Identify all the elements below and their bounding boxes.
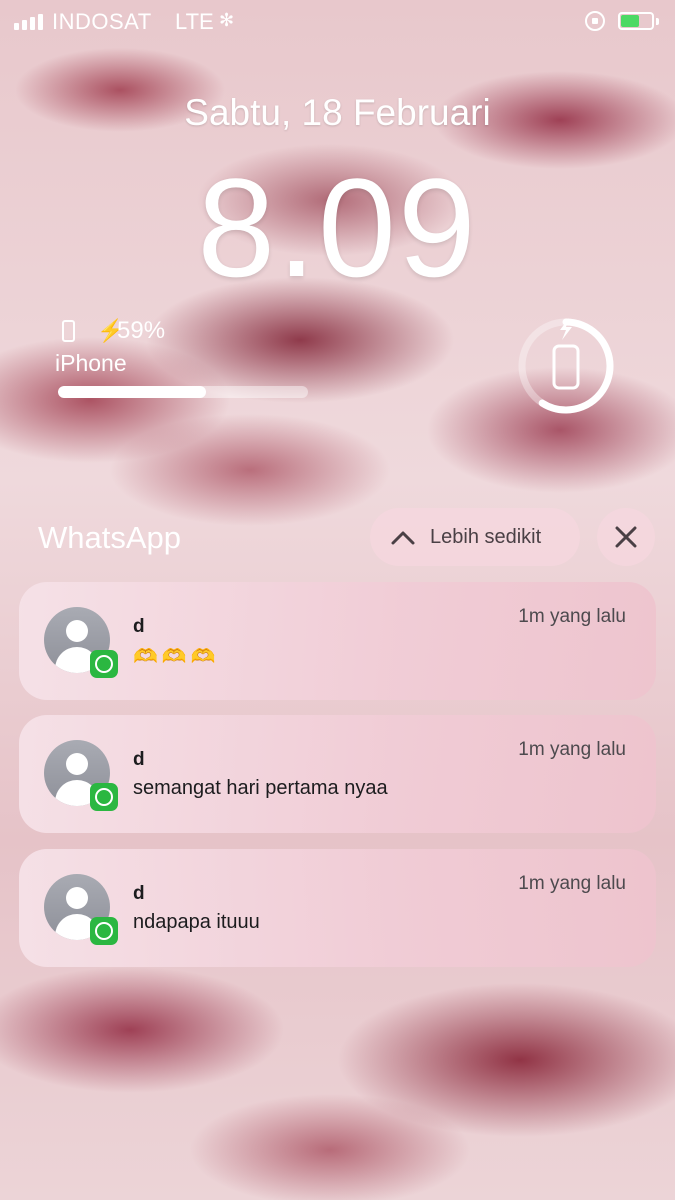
battery-icon xyxy=(618,12,654,30)
carrier-name: INDOSAT xyxy=(52,9,152,34)
notification-message: ndapapa ituuu xyxy=(133,911,260,933)
battery-ring-widget[interactable] xyxy=(516,316,616,416)
battery-fill xyxy=(621,15,639,27)
notification-group-title: WhatsApp xyxy=(38,520,182,555)
close-icon xyxy=(615,526,637,548)
clear-notifications-button[interactable] xyxy=(597,508,655,566)
loading-icon: ✻ xyxy=(219,10,235,30)
notification-card[interactable]: d ndapapa ituuu 1m yang lalu xyxy=(19,849,656,967)
whatsapp-icon xyxy=(90,783,118,811)
device-name: iPhone xyxy=(55,350,127,376)
battery-widget[interactable]: ⚡ 59% iPhone xyxy=(55,316,355,406)
chevron-up-icon xyxy=(391,531,415,545)
network-type: LTE xyxy=(175,9,214,34)
notification-sender: d xyxy=(133,749,145,770)
phone-icon xyxy=(552,344,580,390)
show-less-label: Lebih sedikit xyxy=(430,525,542,548)
notification-sender: d xyxy=(133,883,145,904)
notification-time: 1m yang lalu xyxy=(518,873,626,894)
show-less-button[interactable]: Lebih sedikit xyxy=(370,508,580,566)
phone-icon xyxy=(62,320,75,342)
signal-icon xyxy=(14,14,43,30)
notification-card[interactable]: d semangat hari pertama nyaa 1m yang lal… xyxy=(19,715,656,833)
status-bar: INDOSAT LTE ✻ xyxy=(0,0,675,42)
battery-level-fill xyxy=(58,386,206,398)
whatsapp-icon xyxy=(90,917,118,945)
notification-card[interactable]: d 🫶🫶🫶 1m yang lalu xyxy=(19,582,656,700)
lock-rotation-icon xyxy=(585,11,605,31)
notification-time: 1m yang lalu xyxy=(518,739,626,760)
notification-message: 🫶🫶🫶 xyxy=(133,646,220,668)
lock-date: Sabtu, 18 Februari xyxy=(184,92,491,133)
notification-time: 1m yang lalu xyxy=(518,606,626,627)
lock-clock: 8.09 xyxy=(197,149,478,306)
whatsapp-icon xyxy=(90,650,118,678)
battery-level-bar xyxy=(58,386,308,398)
battery-percent: 59% xyxy=(117,317,166,344)
notification-message: semangat hari pertama nyaa xyxy=(133,777,388,799)
battery-cap xyxy=(656,18,659,25)
notification-sender: d xyxy=(133,616,145,637)
